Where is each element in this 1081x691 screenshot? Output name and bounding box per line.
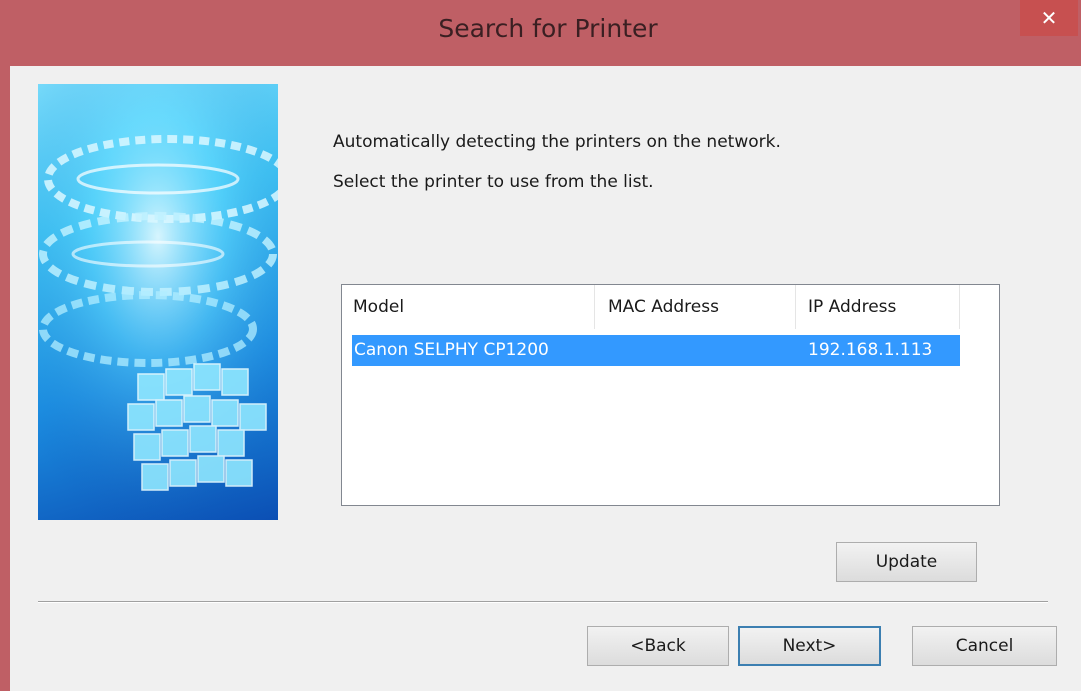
printer-list[interactable]: Model MAC Address IP Address Canon SELPH…	[341, 284, 1000, 506]
search-for-printer-window: Search for Printer ✕ Automatically detec…	[0, 0, 1081, 691]
update-button[interactable]: Update	[836, 542, 977, 582]
wizard-side-image	[38, 84, 278, 520]
next-button[interactable]: Next>	[738, 626, 881, 666]
back-button[interactable]: <Back	[587, 626, 729, 666]
close-icon: ✕	[1040, 6, 1058, 30]
next-button-label: Next>	[782, 636, 837, 656]
back-button-label: <Back	[630, 636, 686, 656]
printer-spiral-graphic	[38, 84, 278, 520]
column-header-ip-address[interactable]: IP Address	[796, 285, 960, 329]
printer-ip-cell: 192.168.1.113	[808, 340, 933, 360]
column-header-mac-address[interactable]: MAC Address	[595, 285, 796, 329]
title-bar: Search for Printer ✕	[0, 0, 1081, 66]
description-line-2: Select the printer to use from the list.	[333, 172, 654, 192]
column-header-model[interactable]: Model	[342, 285, 595, 329]
cancel-button-label: Cancel	[955, 636, 1014, 656]
update-button-label: Update	[875, 552, 938, 572]
window-title: Search for Printer	[438, 14, 658, 43]
dialog-client-area: Automatically detecting the printers on …	[10, 66, 1081, 691]
divider-line	[38, 601, 1048, 603]
printer-list-header: Model MAC Address IP Address	[342, 285, 999, 329]
printer-model-cell: Canon SELPHY CP1200	[354, 340, 549, 360]
printer-row-selected[interactable]: Canon SELPHY CP1200 192.168.1.113	[352, 335, 960, 366]
close-button[interactable]: ✕	[1020, 0, 1078, 36]
description-line-1: Automatically detecting the printers on …	[333, 132, 781, 152]
cancel-button[interactable]: Cancel	[912, 626, 1057, 666]
